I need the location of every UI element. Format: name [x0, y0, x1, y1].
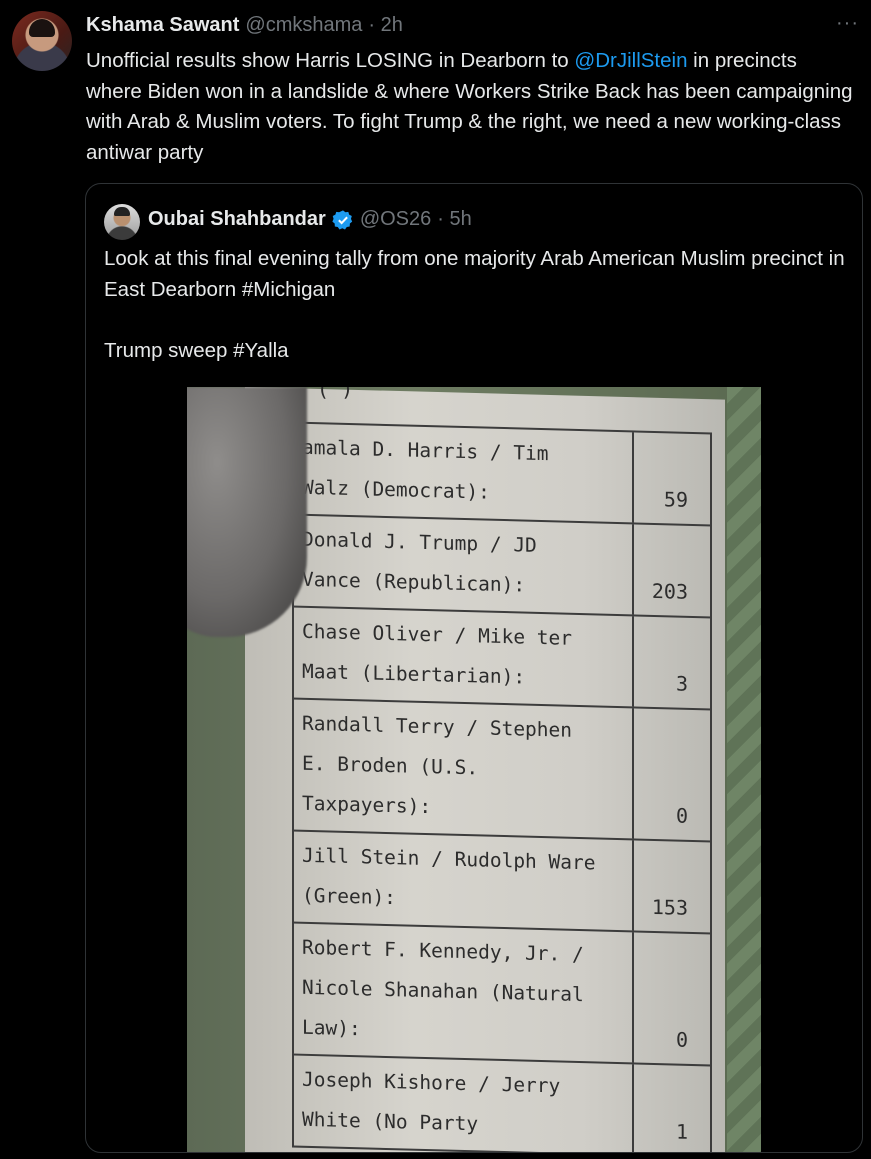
tweet-time[interactable]: · 2h	[368, 14, 402, 37]
vote-count: 0	[675, 803, 688, 828]
quoted-tweet-text: Look at this final evening tally from on…	[104, 247, 845, 362]
receipt-top-mark: ( )	[317, 387, 354, 401]
candidate-names: Jill Stein / Rudolph Ware (Green):	[294, 831, 634, 931]
vote-count: 203	[651, 578, 688, 604]
tally-row: Randall Terry / Stephen E. Broden (U.S. Ta…	[292, 697, 712, 841]
tally-row: Chase Oliver / Mike ter Maat (Libertarian…	[292, 605, 712, 709]
candidate-line: (Green):	[302, 883, 396, 910]
verified-badge-icon	[332, 209, 352, 229]
candidate-names: Joseph Kishore / Jerry White (No Party	[294, 1055, 634, 1152]
quoted-tweet[interactable]: Oubai Shahbandar @OS26 · 5h Look at this…	[85, 183, 863, 1153]
candidate-line: Taxpayers):	[302, 791, 432, 819]
vote-count: 153	[651, 894, 688, 920]
vote-count: 0	[675, 1027, 688, 1052]
candidate-names: Robert F. Kennedy, Jr. / Nicole Shanahan …	[294, 923, 634, 1063]
candidate-names: Chase Oliver / Mike ter Maat (Libertarian…	[294, 607, 634, 707]
tally-photo[interactable]: ( ) amala D. Harris / Tim Walz (Democrat)…	[187, 387, 761, 1152]
candidate-names: Randall Terry / Stephen E. Broden (U.S. Ta…	[294, 699, 634, 839]
author-handle[interactable]: @cmkshama	[245, 14, 362, 37]
tweet[interactable]: Kshama Sawant @cmkshama · 2h ··· Unoffic…	[0, 0, 871, 1159]
more-options-icon[interactable]: ···	[836, 12, 859, 35]
tally-row: Jill Stein / Rudolph Ware (Green): 153	[292, 829, 712, 933]
candidate-line: Walz (Democrat):	[302, 475, 490, 504]
candidate-line: Law):	[302, 1015, 361, 1041]
candidate-line: White (No Party	[302, 1107, 479, 1136]
quoted-author-handle[interactable]: @OS26	[360, 208, 431, 231]
tally-row: Joseph Kishore / Jerry White (No Party 1	[292, 1053, 712, 1152]
author-name[interactable]: Kshama Sawant	[86, 14, 239, 37]
tweet-text: Unofficial results show Harris LOSING in…	[86, 46, 856, 168]
author-avatar[interactable]	[12, 11, 72, 71]
thumb	[187, 387, 307, 637]
tweet-header: Kshama Sawant @cmkshama · 2h	[86, 14, 403, 40]
candidate-line: Maat (Libertarian):	[302, 659, 526, 689]
tally-row: amala D. Harris / Tim Walz (Democrat): 59	[292, 421, 712, 525]
vote-count: 59	[663, 487, 688, 512]
tweet-text-start: Unofficial results show Harris LOSING in…	[86, 49, 575, 72]
tally-table: amala D. Harris / Tim Walz (Democrat): 59 D…	[292, 421, 712, 1152]
quoted-tweet-time[interactable]: · 5h	[437, 208, 471, 231]
candidate-names: Donald J. Trump / JD Vance (Republican):	[294, 515, 634, 615]
tally-row: Donald J. Trump / JD Vance (Republican): 2…	[292, 513, 712, 617]
mention-link[interactable]: @DrJillStein	[574, 49, 687, 72]
vote-count: 3	[675, 671, 688, 696]
photo-background	[727, 387, 761, 1152]
candidate-names: amala D. Harris / Tim Walz (Democrat):	[294, 423, 634, 523]
quoted-tweet-header: Oubai Shahbandar @OS26 · 5h	[148, 208, 472, 231]
vote-count: 1	[675, 1119, 688, 1144]
quoted-author-name[interactable]: Oubai Shahbandar	[148, 208, 326, 231]
tally-row: Robert F. Kennedy, Jr. / Nicole Shanahan …	[292, 921, 712, 1065]
candidate-line: Vance (Republican):	[302, 567, 526, 597]
quoted-author-avatar[interactable]	[104, 204, 140, 240]
